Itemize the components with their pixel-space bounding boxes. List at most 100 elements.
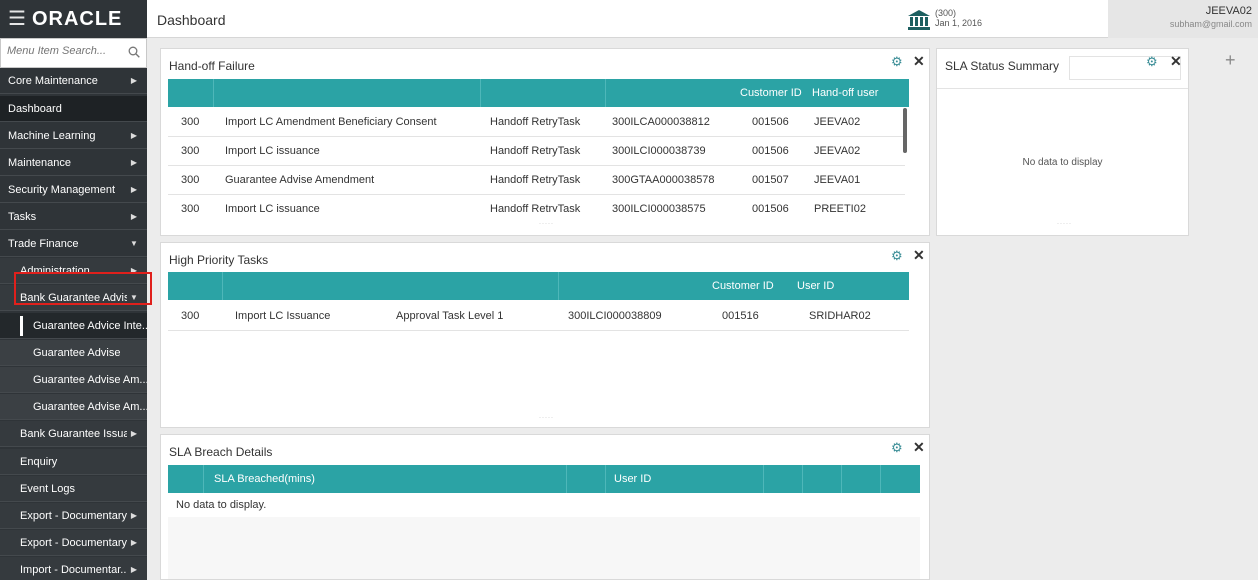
table-row[interactable]: 300 Import LC issuance Handoff RetryTask… [168, 195, 905, 212]
chevron-right-icon: ▶ [130, 185, 138, 194]
column-separator [841, 465, 842, 493]
search-icon[interactable] [128, 46, 140, 58]
hamburger-menu-icon[interactable]: ☰ [8, 9, 26, 29]
column-separator [213, 79, 214, 107]
sidebar-item-label: Enquiry [20, 455, 58, 468]
cell-customer-id: 001506 [752, 203, 789, 212]
user-name: JEEVA02 [1205, 5, 1252, 17]
sidebar-item-security-management[interactable]: Security Management ▶ [0, 177, 147, 203]
column-header-customer-id[interactable]: Customer ID [712, 280, 774, 292]
panel-title: Hand-off Failure [169, 59, 255, 73]
column-separator [566, 465, 567, 493]
close-icon[interactable]: ✕ [913, 247, 925, 264]
close-icon[interactable]: ✕ [913, 53, 925, 70]
cell-reference: 300ILCI000038575 [612, 203, 706, 212]
sidebar-item-import-documentary[interactable]: Import - Documentar... ▶ [0, 557, 147, 580]
sidebar-item-trade-finance[interactable]: Trade Finance ▼ [0, 231, 147, 257]
resize-handle[interactable]: ····· [1057, 221, 1072, 227]
column-header-customer-id[interactable]: Customer ID [740, 87, 802, 99]
cell-customer-id: 001516 [722, 310, 759, 322]
highlight-annotation [14, 272, 152, 305]
sidebar-item-core-maintenance[interactable]: Core Maintenance ▶ [0, 68, 147, 94]
table-row[interactable]: 300 Import LC Amendment Beneficiary Cons… [168, 108, 905, 137]
table-row[interactable]: 300 Guarantee Advise Amendment Handoff R… [168, 166, 905, 195]
table-row[interactable]: 300 Import LC Issuance Approval Task Lev… [168, 302, 909, 331]
cell-reference: 300GTAA000038578 [612, 174, 715, 186]
branch-date: Jan 1, 2016 [935, 18, 983, 28]
column-header-user-id[interactable]: User ID [614, 473, 651, 485]
resize-handle[interactable]: ····· [539, 221, 554, 227]
selected-indicator [20, 316, 23, 336]
cell-task: Handoff RetryTask [490, 203, 581, 212]
user-email: subham@gmail.com [1169, 19, 1252, 29]
cell-branch: 300 [181, 145, 200, 157]
gear-icon[interactable]: ⚙ [891, 248, 903, 264]
table-header: SLA Breached(mins) User ID [168, 465, 920, 493]
menu-search[interactable] [0, 38, 147, 68]
sidebar-item-label: Guarantee Advise Am... [33, 400, 147, 413]
handoff-failure-panel: Hand-off Failure ⚙ ✕ Customer ID Hand-of… [160, 48, 930, 236]
table-body [168, 517, 920, 579]
sidebar-item-label: Event Logs [20, 482, 76, 495]
cell-customer-id: 001506 [752, 116, 789, 128]
sidebar-item-guarantee-advise[interactable]: Guarantee Advise [0, 340, 147, 366]
sidebar-item-enquiry[interactable]: Enquiry [0, 449, 147, 475]
cell-process: Guarantee Advise Amendment [225, 174, 375, 186]
column-header-sla-breached[interactable]: SLA Breached(mins) [214, 473, 315, 485]
sidebar-item-label: Dashboard [8, 102, 62, 115]
column-separator [605, 465, 606, 493]
cell-user: JEEVA01 [814, 174, 861, 186]
resize-handle[interactable]: ····· [539, 415, 554, 421]
sidebar-item-machine-learning[interactable]: Machine Learning ▶ [0, 123, 147, 149]
table-row[interactable]: 300 Import LC issuance Handoff RetryTask… [168, 137, 905, 166]
gear-icon[interactable]: ⚙ [891, 54, 903, 70]
sidebar-item-bank-guarantee-issuance[interactable]: Bank Guarantee Issua... ▶ [0, 421, 147, 447]
cell-user: SRIDHAR02 [809, 310, 871, 322]
empty-message: No data to display. [176, 499, 267, 511]
sidebar-item-label: Export - Documentary... [20, 536, 127, 549]
sidebar-item-export-documentary-2[interactable]: Export - Documentary... ▶ [0, 530, 147, 556]
sidebar-item-guarantee-advise-amendment[interactable]: Guarantee Advise Am... [0, 367, 147, 393]
add-widget-icon[interactable]: + [1225, 50, 1236, 71]
sidebar-item-tasks[interactable]: Tasks ▶ [0, 204, 147, 230]
column-separator [222, 272, 223, 300]
menu-search-input[interactable] [7, 45, 117, 57]
sidebar-item-export-documentary-1[interactable]: Export - Documentary... ▶ [0, 503, 147, 529]
scrollbar[interactable] [903, 108, 907, 153]
column-header-user-id[interactable]: User ID [797, 280, 834, 292]
sidebar-item-guarantee-advice-intermediate[interactable]: Guarantee Advice Inte... [0, 313, 147, 339]
sidebar-item-guarantee-advise-amendment-2[interactable]: Guarantee Advise Am... [0, 394, 147, 420]
cell-task: Approval Task Level 1 [396, 310, 504, 322]
user-profile[interactable]: JEEVA02 subham@gmail.com [1108, 0, 1258, 38]
cell-task: Handoff RetryTask [490, 145, 581, 157]
sidebar-item-label: Guarantee Advise [33, 346, 121, 359]
logo-area: ☰ ORACLE [0, 0, 147, 38]
empty-message: No data to display [1022, 157, 1103, 168]
sidebar-item-dashboard[interactable]: Dashboard [0, 96, 147, 122]
close-icon[interactable]: ✕ [1170, 53, 1182, 70]
branch-code[interactable]: (300) [935, 9, 956, 18]
column-separator [802, 465, 803, 493]
cell-customer-id: 001507 [752, 174, 789, 186]
column-separator [763, 465, 764, 493]
column-separator [480, 79, 481, 107]
chevron-down-icon: ▼ [130, 239, 138, 248]
column-header-handoff-user[interactable]: Hand-off user [812, 87, 878, 99]
cell-branch: 300 [181, 203, 200, 212]
table-header: Customer ID Hand-off user [168, 79, 909, 107]
gear-icon[interactable]: ⚙ [891, 440, 903, 456]
panel-title: SLA Status Summary [945, 59, 1060, 73]
chevron-right-icon: ▶ [130, 158, 138, 167]
filter-dropdown[interactable] [1069, 56, 1181, 80]
sidebar-item-label: Guarantee Advice Inte... [33, 319, 147, 332]
table-header: Customer ID User ID [168, 272, 909, 300]
cell-user: JEEVA02 [814, 145, 861, 157]
sidebar-item-maintenance[interactable]: Maintenance ▶ [0, 150, 147, 176]
cell-user: JEEVA02 [814, 116, 861, 128]
cell-process: Import LC Amendment Beneficiary Consent [225, 116, 437, 128]
sidebar-item-event-logs[interactable]: Event Logs [0, 476, 147, 502]
close-icon[interactable]: ✕ [913, 439, 925, 456]
sidebar-item-label: Core Maintenance [8, 74, 98, 87]
cell-branch: 300 [181, 310, 200, 322]
gear-icon[interactable]: ⚙ [1146, 54, 1158, 70]
